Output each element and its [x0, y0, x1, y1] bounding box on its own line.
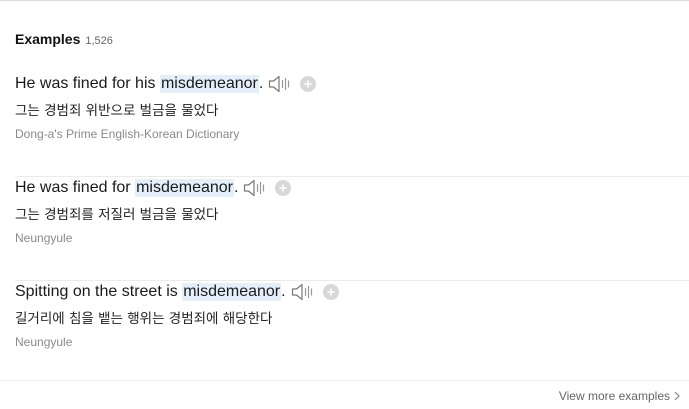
sentence-text-after: . — [281, 283, 286, 300]
examples-title: Examples — [15, 31, 81, 47]
examples-count: 1,526 — [85, 35, 113, 47]
speaker-icon[interactable] — [243, 178, 269, 198]
sentence-text-before: Spitting on the street is — [15, 283, 183, 300]
sentence-text-after: . — [234, 179, 239, 196]
view-more-label: View more examples — [558, 389, 670, 403]
add-to-wordbook-button[interactable] — [322, 284, 339, 300]
example-item: He was fined for his misdemeanor. 그는 경범죄… — [15, 73, 689, 177]
example-translation: 그는 경범죄 위반으로 벌금을 물었다 — [15, 103, 219, 119]
example-source: Dong-a's Prime English-Korean Dictionary — [15, 127, 240, 141]
chevron-right-icon — [674, 391, 680, 401]
example-source: Neungyule — [15, 335, 73, 349]
example-sentence: He was fined for his misdemeanor. — [15, 75, 263, 93]
highlighted-keyword[interactable]: misdemeanor — [159, 75, 259, 93]
plus-icon — [279, 184, 287, 192]
add-to-wordbook-button[interactable] — [275, 180, 292, 196]
examples-panel: Examples 1,526 He was fined for his misd… — [0, 0, 689, 409]
sentence-text-after: . — [258, 75, 264, 92]
example-sentence-row: Spitting on the street is misdemeanor. — [15, 281, 339, 303]
example-sentence-row: He was fined for his misdemeanor. — [15, 73, 317, 95]
example-sentence: He was fined for misdemeanor. — [15, 179, 238, 197]
example-item: He was fined for misdemeanor. 그는 경범죄를 저질… — [15, 177, 689, 281]
view-more-examples-link[interactable]: View more examples — [559, 389, 680, 403]
example-sentence: Spitting on the street is misdemeanor. — [15, 283, 286, 301]
examples-footer: View more examples — [0, 380, 689, 409]
example-source: Neungyule — [15, 231, 73, 245]
examples-header: Examples 1,526 — [15, 31, 113, 47]
example-item: Spitting on the street is misdemeanor. 길… — [15, 281, 689, 385]
example-translation: 그는 경범죄를 저질러 벌금을 물었다 — [15, 207, 219, 223]
speaker-icon[interactable] — [291, 282, 317, 302]
plus-icon — [327, 288, 335, 296]
sentence-text-before: He was fined for his — [15, 75, 160, 92]
example-translation: 길거리에 침을 뱉는 행위는 경범죄에 해당한다 — [15, 311, 273, 327]
highlighted-keyword[interactable]: misdemeanor — [182, 283, 282, 301]
example-sentence-row: He was fined for misdemeanor. — [15, 177, 292, 199]
speaker-icon[interactable] — [268, 74, 294, 94]
sentence-text-before: He was fined for — [15, 179, 136, 196]
add-to-wordbook-button[interactable] — [300, 76, 317, 92]
highlighted-keyword[interactable]: misdemeanor — [135, 179, 234, 197]
plus-icon — [304, 80, 312, 88]
